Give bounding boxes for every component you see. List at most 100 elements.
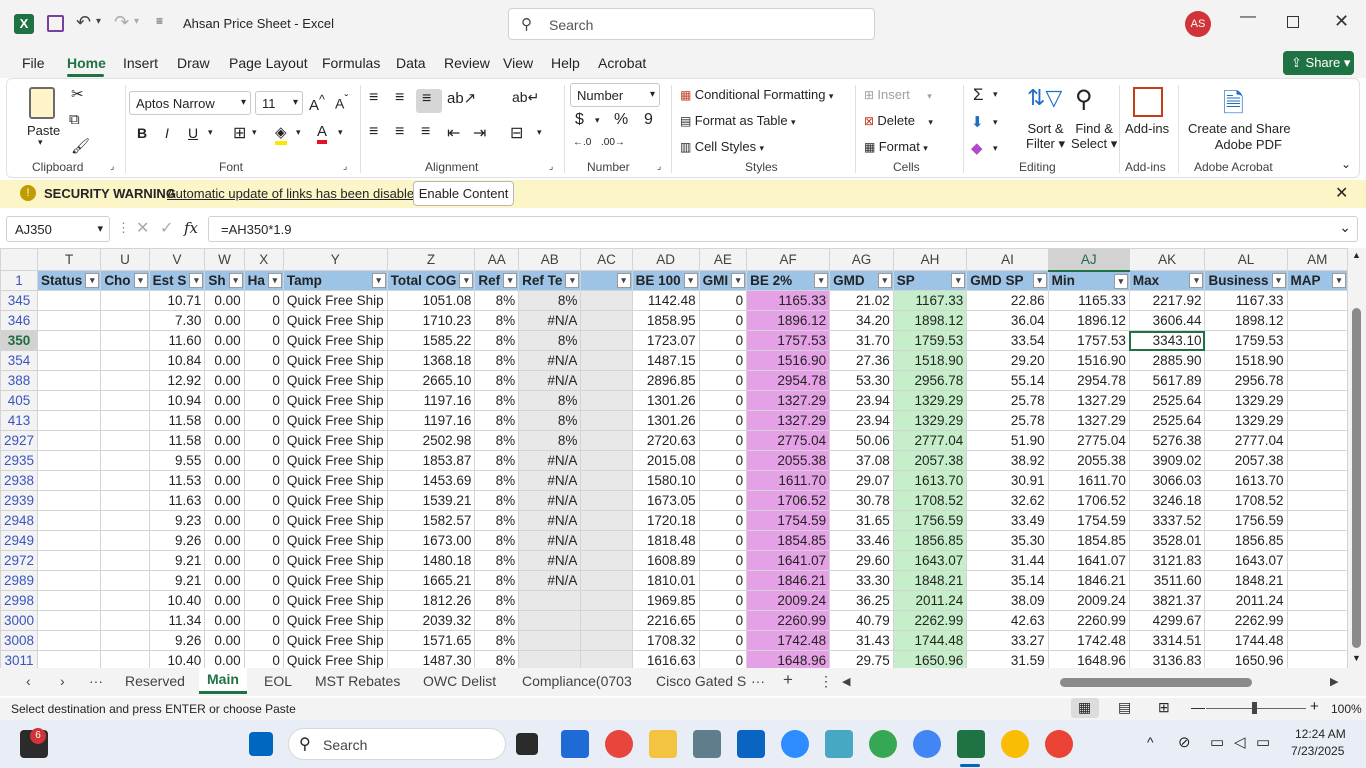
- table-cell[interactable]: Quick Free Ship: [282, 610, 388, 631]
- menu-acrobat[interactable]: Acrobat: [598, 55, 646, 71]
- table-cell[interactable]: 0: [243, 470, 284, 491]
- column-header[interactable]: T: [37, 248, 102, 271]
- table-cell[interactable]: 8%: [518, 290, 582, 311]
- table-cell[interactable]: Quick Free Ship: [282, 510, 388, 531]
- maximize-icon[interactable]: [1287, 16, 1299, 28]
- table-cell[interactable]: [580, 550, 633, 571]
- format-painter-icon[interactable]: 🖌: [71, 137, 90, 155]
- table-cell[interactable]: 0: [243, 550, 284, 571]
- table-cell[interactable]: 1327.29: [1047, 410, 1130, 431]
- align-middle-icon[interactable]: ≡: [395, 89, 404, 107]
- table-cell[interactable]: [1286, 590, 1348, 611]
- insert-cells-button[interactable]: ⊞ Insert ▾: [864, 87, 932, 102]
- table-cell[interactable]: 2720.63: [631, 430, 700, 451]
- table-cell[interactable]: 36.04: [966, 310, 1049, 331]
- table-cell[interactable]: [100, 410, 150, 431]
- page-layout-view-icon[interactable]: ▤: [1118, 699, 1131, 716]
- table-cell[interactable]: [1286, 410, 1348, 431]
- table-cell[interactable]: #N/A: [518, 370, 582, 391]
- table-cell[interactable]: 0.00: [204, 370, 245, 391]
- table-cell[interactable]: 0: [698, 470, 748, 491]
- table-cell[interactable]: 31.65: [829, 510, 894, 531]
- table-cell[interactable]: [1286, 490, 1348, 511]
- clock-date[interactable]: 7/23/2025: [1291, 744, 1344, 758]
- row-header[interactable]: 2949: [0, 530, 39, 551]
- table-cell[interactable]: 2775.04: [746, 430, 831, 451]
- table-cell[interactable]: 1854.85: [1047, 530, 1130, 551]
- table-cell[interactable]: Quick Free Ship: [282, 570, 388, 591]
- table-cell[interactable]: 1643.07: [1204, 550, 1288, 571]
- table-cell[interactable]: 0.00: [204, 530, 245, 551]
- table-cell[interactable]: 0.00: [204, 290, 245, 311]
- table-cell[interactable]: [580, 390, 633, 411]
- number-format-select[interactable]: Number ▾: [570, 83, 660, 107]
- table-cell[interactable]: 1757.53: [746, 330, 831, 351]
- row-header[interactable]: 388: [0, 370, 39, 391]
- table-cell[interactable]: 8%: [474, 310, 520, 331]
- table-cell[interactable]: [100, 350, 150, 371]
- add-sheet-icon[interactable]: +: [783, 670, 793, 690]
- enable-content-button[interactable]: Enable Content: [413, 181, 514, 206]
- table-cell[interactable]: #N/A: [518, 570, 582, 591]
- table-cell[interactable]: 0: [698, 290, 748, 311]
- row-header[interactable]: 2938: [0, 470, 39, 491]
- find-select-button[interactable]: Find & Select ▾: [1071, 121, 1117, 152]
- chrome-icon[interactable]: [605, 730, 633, 758]
- table-cell[interactable]: 0: [698, 430, 748, 451]
- table-cell[interactable]: 31.59: [966, 650, 1049, 668]
- table-cell[interactable]: [37, 590, 102, 611]
- table-cell[interactable]: 1720.18: [631, 510, 700, 531]
- table-cell[interactable]: 1742.48: [1047, 630, 1130, 651]
- table-cell[interactable]: 0.00: [204, 570, 245, 591]
- table-header-cell[interactable]: Ref Te ▾: [518, 270, 582, 291]
- table-cell[interactable]: 1673.00: [386, 530, 476, 551]
- table-cell[interactable]: [580, 430, 633, 451]
- chrome-profile-2-icon[interactable]: [913, 730, 941, 758]
- table-cell[interactable]: [100, 310, 150, 331]
- table-cell[interactable]: 29.20: [966, 350, 1049, 371]
- show-hidden-icons[interactable]: ^: [1147, 734, 1154, 750]
- table-cell[interactable]: 0: [698, 410, 748, 431]
- outlook-icon[interactable]: [737, 730, 765, 758]
- table-cell[interactable]: [100, 510, 150, 531]
- table-cell[interactable]: [100, 590, 150, 611]
- table-cell[interactable]: 1611.70: [1047, 470, 1130, 491]
- chrome-profile-3-icon[interactable]: [1001, 730, 1029, 758]
- column-header[interactable]: AD: [631, 248, 700, 271]
- table-cell[interactable]: 0: [243, 630, 284, 651]
- table-cell[interactable]: [37, 310, 102, 331]
- table-cell[interactable]: [1286, 330, 1348, 351]
- table-cell[interactable]: 10.71: [148, 290, 206, 311]
- table-cell[interactable]: Quick Free Ship: [282, 450, 388, 471]
- table-cell[interactable]: 10.84: [148, 350, 206, 371]
- table-cell[interactable]: [580, 450, 633, 471]
- decrease-decimal-icon[interactable]: .00→: [601, 137, 625, 148]
- align-left-icon[interactable]: ≡: [369, 123, 378, 141]
- table-cell[interactable]: 0.00: [204, 510, 245, 531]
- table-cell[interactable]: 1848.21: [1204, 570, 1288, 591]
- table-cell[interactable]: [37, 470, 102, 491]
- table-cell[interactable]: #N/A: [518, 310, 582, 331]
- table-cell[interactable]: 1613.70: [1204, 470, 1288, 491]
- paste-icon[interactable]: [29, 87, 55, 119]
- column-header[interactable]: AH: [892, 248, 968, 271]
- table-cell[interactable]: 55.14: [966, 370, 1049, 391]
- table-cell[interactable]: 2057.38: [1204, 450, 1288, 471]
- chrome-profile-icon[interactable]: [869, 730, 897, 758]
- table-cell[interactable]: [37, 450, 102, 471]
- column-header[interactable]: U: [100, 248, 150, 271]
- table-header-cell[interactable]: Business ▾: [1204, 270, 1288, 291]
- increase-decimal-icon[interactable]: ←.0: [573, 137, 591, 148]
- table-cell[interactable]: 2956.78: [892, 370, 968, 391]
- table-cell[interactable]: [1286, 370, 1348, 391]
- table-cell[interactable]: 42.63: [966, 610, 1049, 631]
- table-cell[interactable]: 25.78: [966, 390, 1049, 411]
- table-cell[interactable]: [37, 290, 102, 311]
- table-cell[interactable]: 8%: [474, 610, 520, 631]
- filter-dropdown-icon[interactable]: ▾: [951, 273, 966, 288]
- table-cell[interactable]: 1673.05: [631, 490, 700, 511]
- column-header[interactable]: AM: [1286, 248, 1348, 271]
- table-cell[interactable]: 1327.29: [746, 410, 831, 431]
- table-cell[interactable]: 1301.26: [631, 390, 700, 411]
- table-cell[interactable]: #N/A: [518, 490, 582, 511]
